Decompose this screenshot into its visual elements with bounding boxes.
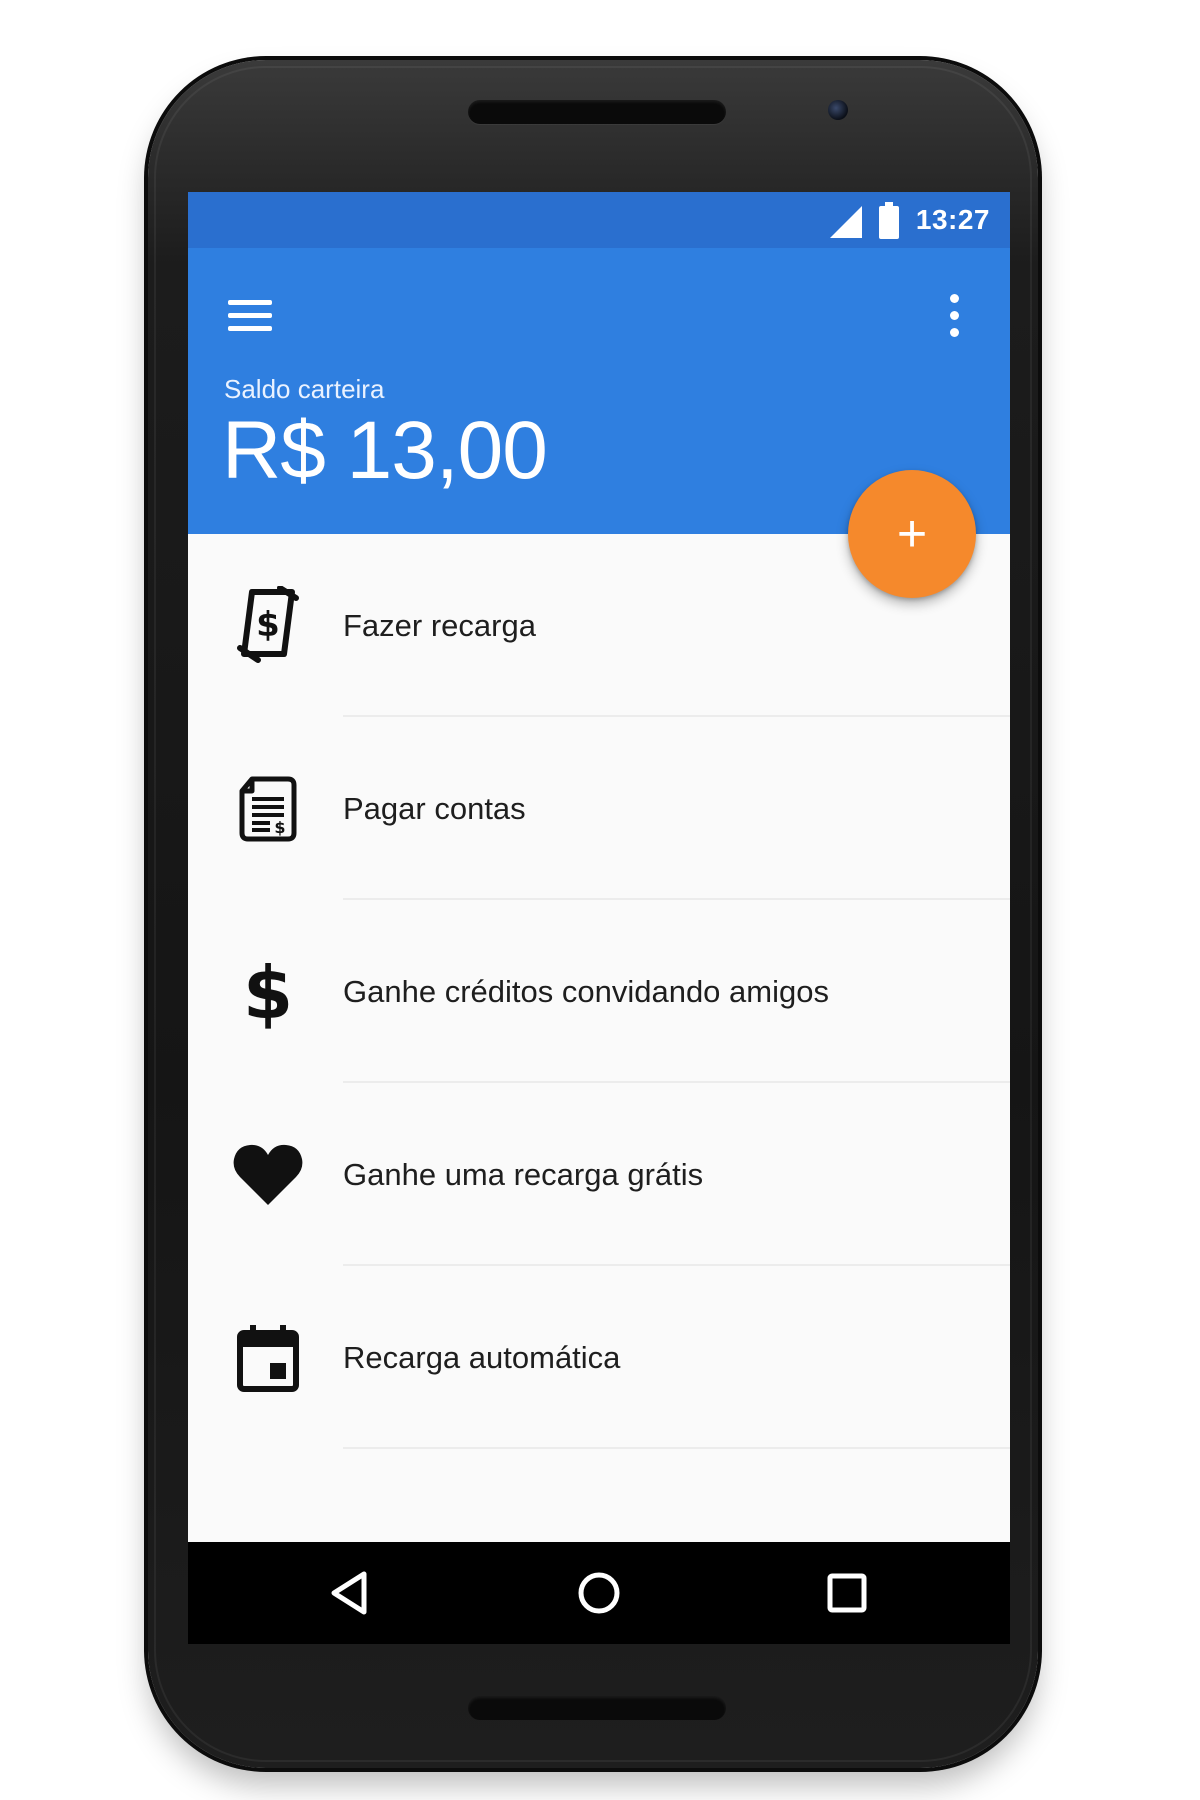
divider xyxy=(343,1447,1010,1449)
hamburger-menu-icon[interactable] xyxy=(228,294,272,338)
add-icon: + xyxy=(896,505,928,563)
list-item-convidar-amigos[interactable]: $ Ganhe créditos convidando amigos xyxy=(188,900,1010,1083)
svg-text:$: $ xyxy=(274,818,285,837)
list-item-label: Ganhe uma recarga grátis xyxy=(343,1156,704,1192)
more-vert-icon[interactable] xyxy=(940,288,968,344)
list-item-label: Recarga automática xyxy=(343,1339,621,1375)
list-item-pagar-contas[interactable]: $ Pagar contas xyxy=(188,717,1010,900)
balance-value: R$ 13,00 xyxy=(222,405,548,496)
money-transfer-icon: $ xyxy=(228,585,308,666)
add-fab-button[interactable]: + xyxy=(848,470,976,598)
bill-document-icon: $ xyxy=(228,769,308,849)
battery-icon xyxy=(879,202,899,239)
recents-icon[interactable] xyxy=(820,1566,874,1620)
list-item-label: Pagar contas xyxy=(343,790,526,826)
list-item-label: Ganhe créditos convidando amigos xyxy=(343,973,829,1009)
action-list: $ Fazer recarga $ Pagar contas $ Ganhe c… xyxy=(188,534,1010,1449)
top-speaker xyxy=(468,100,726,124)
bottom-speaker xyxy=(468,1696,726,1720)
list-item-label: Fazer recarga xyxy=(343,607,536,643)
phone-screen: 13:27 Saldo carteira R$ 13,00 + $ Fazer … xyxy=(188,192,1010,1644)
svg-text:$: $ xyxy=(243,954,293,1030)
home-icon[interactable] xyxy=(572,1566,626,1620)
calendar-icon xyxy=(228,1318,308,1398)
status-bar: 13:27 xyxy=(188,192,1010,248)
dollar-sign-icon: $ xyxy=(228,952,308,1032)
list-item-recarga-automatica[interactable]: Recarga automática xyxy=(188,1266,1010,1449)
navigation-bar xyxy=(188,1542,1010,1644)
status-time: 13:27 xyxy=(915,204,990,235)
front-camera xyxy=(828,100,848,120)
cell-signal-icon xyxy=(830,206,862,238)
stage: 13:27 Saldo carteira R$ 13,00 + $ Fazer … xyxy=(0,0,1200,1800)
list-item-recarga-gratis[interactable]: Ganhe uma recarga grátis xyxy=(188,1083,1010,1266)
balance-label: Saldo carteira xyxy=(224,374,385,404)
svg-text:$: $ xyxy=(256,605,280,645)
back-icon[interactable] xyxy=(324,1566,378,1620)
heart-icon xyxy=(228,1135,308,1215)
